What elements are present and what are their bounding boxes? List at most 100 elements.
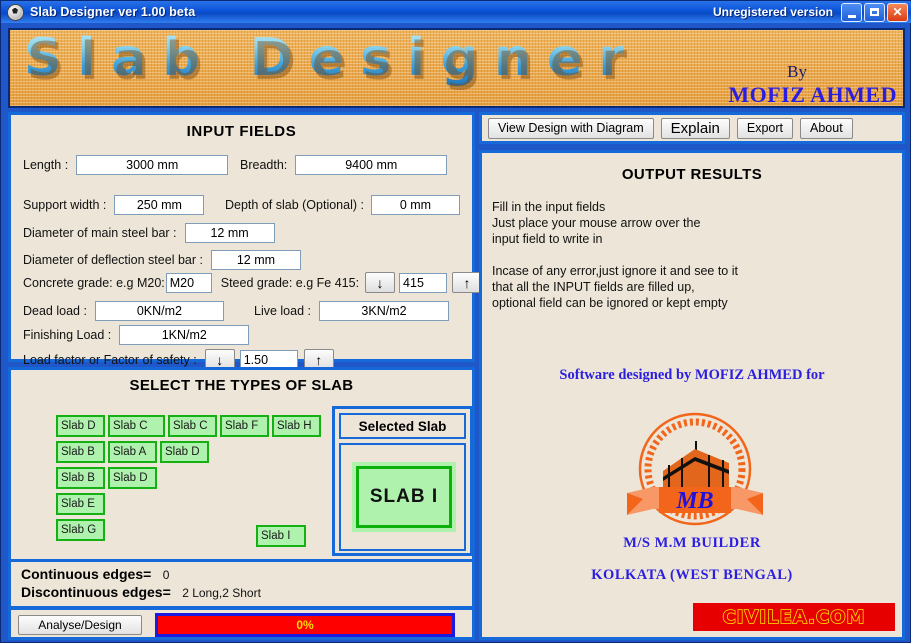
explain-button[interactable]: Explain xyxy=(660,117,730,139)
slab-type-button[interactable]: Slab H xyxy=(272,415,321,437)
slab-type-button[interactable]: Slab F xyxy=(220,415,269,437)
slab-type-button[interactable]: Slab B xyxy=(56,441,105,463)
svg-text:MB: MB xyxy=(675,488,713,514)
toolbar-panel: View Design with Diagram Explain Export … xyxy=(479,112,905,144)
slab-type-button[interactable]: Slab B xyxy=(56,467,105,489)
action-bar-panel: Analyse/Design 0% xyxy=(8,607,475,640)
breadth-input[interactable]: 9400 mm xyxy=(295,155,448,175)
progress-bar: 0% xyxy=(155,613,455,637)
slab-type-row: Slab D Slab C Slab C Slab F Slab H xyxy=(56,415,324,437)
unregistered-label: Unregistered version xyxy=(712,5,833,19)
app-banner: Slab Designer By MOFIZ AHMED xyxy=(8,28,905,108)
length-label: Length : xyxy=(23,158,69,172)
output-results-title: OUTPUT RESULTS xyxy=(621,166,763,183)
output-results-panel: OUTPUT RESULTS Fill in the input fields … xyxy=(479,150,905,640)
output-instructions: Fill in the input fields Just place your… xyxy=(492,200,738,310)
title-bar-right: Unregistered version ✕ xyxy=(712,2,910,22)
title-bar: Slab Designer ver 1.00 beta Unregistered… xyxy=(1,1,911,23)
support-width-input[interactable]: 250 mm xyxy=(114,195,205,215)
close-icon: ✕ xyxy=(892,5,903,19)
finishing-load-row: Finishing Load : 1KN/m2 xyxy=(23,325,250,345)
live-load-input[interactable]: 3KN/m2 xyxy=(318,301,449,321)
steel-grade-input[interactable]: 415 xyxy=(399,272,448,293)
slab-type-row: Slab B Slab A Slab D xyxy=(56,441,324,463)
slab-type-button[interactable]: Slab A xyxy=(108,441,157,463)
selected-slab-container: Selected Slab SLAB I xyxy=(332,406,473,556)
about-button[interactable]: About xyxy=(800,117,853,139)
slab-type-row: Slab E xyxy=(56,493,324,515)
slab-type-button[interactable]: Slab D xyxy=(56,415,105,437)
continuous-edges-label: Continuous edges= xyxy=(21,566,152,582)
banner-title: Slab Designer xyxy=(24,28,641,88)
mm-builder-logo: MB xyxy=(627,412,763,526)
dead-load-input[interactable]: 0KN/m2 xyxy=(94,301,224,321)
close-button[interactable]: ✕ xyxy=(887,2,908,22)
progress-label: 0% xyxy=(296,618,314,632)
continuous-edges-value: 0 xyxy=(162,568,170,582)
banner-by-label: By xyxy=(787,62,807,81)
discontinuous-edges-row: Discontinuous edges= 2 Long,2 Short xyxy=(21,584,261,602)
depth-input[interactable]: 0 mm xyxy=(370,195,460,215)
slab-type-button[interactable]: Slab D xyxy=(108,467,157,489)
support-width-row: Support width : 250 mm xyxy=(23,195,205,215)
continuous-edges-row: Continuous edges= 0 xyxy=(21,566,169,584)
slab-type-button[interactable]: Slab G xyxy=(56,519,105,541)
length-row: Length : 3000 mm xyxy=(23,155,229,175)
live-load-label: Live load : xyxy=(254,304,311,318)
steel-grade-up-button[interactable]: ↑ xyxy=(452,272,483,293)
deflection-bar-input[interactable]: 12 mm xyxy=(210,250,301,270)
concrete-grade-label: Concrete grade: e.g M20: xyxy=(23,275,165,290)
input-fields-panel: INPUT FIELDS Length : 3000 mm Breadth: 9… xyxy=(8,112,483,370)
length-input[interactable]: 3000 mm xyxy=(76,155,229,175)
company-city: KOLKATA (WEST BENGAL) xyxy=(591,567,793,583)
load-factor-label: Load factor or Factor of safety : xyxy=(23,352,197,367)
breadth-row: Breadth: 9400 mm xyxy=(240,155,448,175)
slab-type-button-i[interactable]: Slab I xyxy=(256,525,306,547)
grades-row: Concrete grade: e.g M20: M20 Steed grade… xyxy=(23,272,483,293)
main-bar-row: Diameter of main steel bar : 12 mm xyxy=(23,223,275,243)
view-design-button[interactable]: View Design with Diagram xyxy=(488,117,654,139)
application-window: Slab Designer ver 1.00 beta Unregistered… xyxy=(0,0,911,643)
selected-slab-tile[interactable]: SLAB I xyxy=(352,462,456,532)
window-title: Slab Designer ver 1.00 beta xyxy=(30,5,196,19)
selected-slab-body: SLAB I xyxy=(339,443,466,551)
discontinuous-edges-label: Discontinuous edges= xyxy=(21,584,171,600)
slab-type-button[interactable]: Slab D xyxy=(160,441,209,463)
software-credit: Software designed by MOFIZ AHMED for xyxy=(559,367,825,383)
slab-type-button[interactable]: Slab C xyxy=(168,415,217,437)
deflection-bar-label: Diameter of deflection steel bar : xyxy=(23,253,203,267)
finishing-load-label: Finishing Load : xyxy=(23,328,112,342)
slab-types-title: SELECT THE TYPES OF SLAB xyxy=(129,377,354,394)
minimize-button[interactable] xyxy=(841,2,862,22)
edges-info-panel: Continuous edges= 0 Discontinuous edges=… xyxy=(8,559,475,609)
main-bar-label: Diameter of main steel bar : xyxy=(23,226,177,240)
selected-slab-header: Selected Slab xyxy=(339,413,466,439)
discontinuous-edges-value: 2 Long,2 Short xyxy=(182,586,261,600)
dead-load-row: Dead load : 0KN/m2 xyxy=(23,301,224,321)
support-width-label: Support width : xyxy=(23,198,107,212)
input-fields-title: INPUT FIELDS xyxy=(186,123,297,140)
depth-row: Depth of slab (Optional) : 0 mm xyxy=(225,195,460,215)
concrete-grade-input[interactable]: M20 xyxy=(165,272,212,293)
slab-types-panel: SELECT THE TYPES OF SLAB Slab D Slab C Sla… xyxy=(8,367,475,564)
slab-type-button[interactable]: Slab C xyxy=(108,415,165,437)
steel-grade-label: Steed grade: e.g Fe 415: xyxy=(220,275,360,290)
main-bar-input[interactable]: 12 mm xyxy=(184,223,275,243)
export-button[interactable]: Export xyxy=(736,117,794,139)
deflection-bar-row: Diameter of deflection steel bar : 12 mm xyxy=(23,250,301,270)
company-name: M/S M.M BUILDER xyxy=(623,535,761,551)
slab-type-row: Slab B Slab D xyxy=(56,467,324,489)
slab-type-button[interactable]: Slab E xyxy=(56,493,105,515)
steel-grade-down-button[interactable]: ↓ xyxy=(365,272,396,293)
banner-author: MOFIZ AHMED xyxy=(728,82,897,107)
analyse-design-button[interactable]: Analyse/Design xyxy=(18,615,142,635)
depth-label: Depth of slab (Optional) : xyxy=(225,198,364,212)
site-badge[interactable]: CIVILEA.COM xyxy=(693,603,895,631)
live-load-row: Live load : 3KN/m2 xyxy=(254,301,449,321)
finishing-load-input[interactable]: 1KN/m2 xyxy=(119,325,250,345)
site-badge-label: CIVILEA.COM xyxy=(722,606,866,629)
breadth-label: Breadth: xyxy=(240,158,288,172)
selected-slab-label: SLAB I xyxy=(356,466,452,528)
maximize-button[interactable] xyxy=(864,2,885,22)
app-ball-icon xyxy=(7,3,24,21)
